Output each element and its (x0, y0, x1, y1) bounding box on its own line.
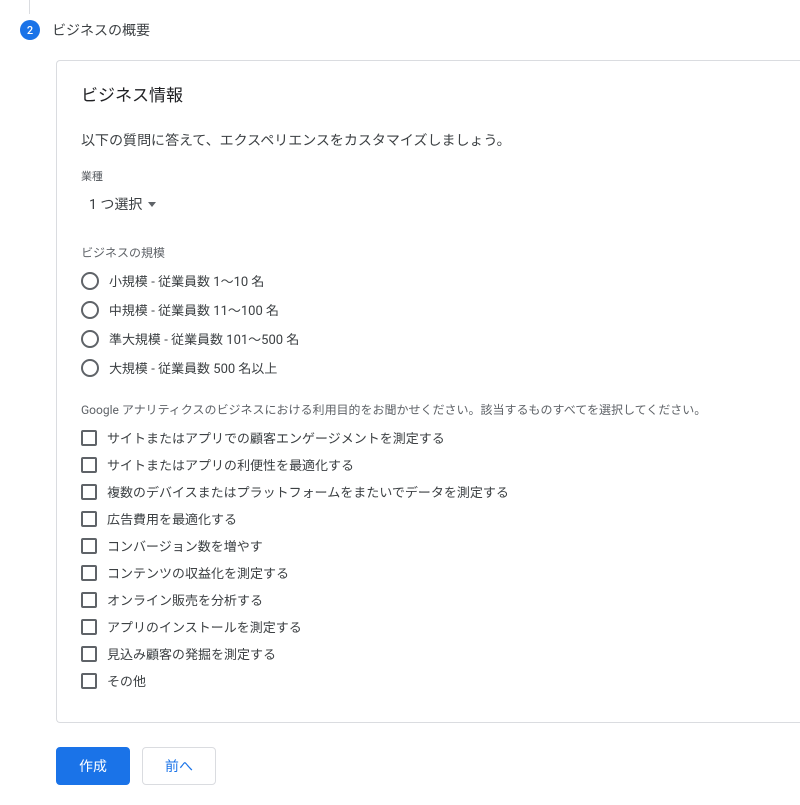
radio-label: 中規模 - 従業員数 11～100 名 (109, 300, 279, 319)
checkbox-label: アプリのインストールを測定する (107, 617, 302, 636)
purpose-option-crossdevice[interactable]: 複数のデバイスまたはプラットフォームをまたいでデータを測定する (81, 482, 776, 501)
card-intro: 以下の質問に答えて、エクスペリエンスをカスタマイズしましょう。 (81, 130, 776, 150)
checkbox-label: 見込み顧客の発掘を測定する (107, 644, 276, 663)
create-button[interactable]: 作成 (56, 747, 130, 785)
step-header: 2 ビジネスの概要 (10, 20, 800, 40)
size-label: ビジネスの規模 (81, 244, 776, 261)
industry-dropdown[interactable]: 1 つ選択 (81, 188, 156, 220)
checkbox-label: コンバージョン数を増やす (107, 536, 263, 555)
card-title: ビジネス情報 (81, 81, 776, 106)
size-option-large[interactable]: 準大規模 - 従業員数 101～500 名 (81, 329, 776, 348)
radio-icon (81, 330, 99, 348)
purpose-option-adspend[interactable]: 広告費用を最適化する (81, 509, 776, 528)
industry-selected: 1 つ選択 (89, 194, 142, 214)
checkbox-icon (81, 538, 97, 554)
checkbox-label: コンテンツの収益化を測定する (107, 563, 289, 582)
purpose-option-other[interactable]: その他 (81, 671, 776, 690)
radio-icon (81, 301, 99, 319)
checkbox-label: オンライン販売を分析する (107, 590, 263, 609)
button-row: 作成 前へ (56, 747, 800, 785)
checkbox-icon (81, 673, 97, 689)
size-option-medium[interactable]: 中規模 - 従業員数 11～100 名 (81, 300, 776, 319)
checkbox-label: 広告費用を最適化する (107, 509, 237, 528)
checkbox-label: サイトまたはアプリの利便性を最適化する (107, 455, 354, 474)
size-option-small[interactable]: 小規模 - 従業員数 1～10 名 (81, 271, 776, 290)
previous-button[interactable]: 前へ (142, 747, 216, 785)
radio-label: 準大規模 - 従業員数 101～500 名 (109, 329, 299, 348)
radio-icon (81, 272, 99, 290)
industry-label: 業種 (81, 168, 776, 184)
size-option-xlarge[interactable]: 大規模 - 従業員数 500 名以上 (81, 358, 776, 377)
purpose-option-conversions[interactable]: コンバージョン数を増やす (81, 536, 776, 555)
purpose-checkbox-group: サイトまたはアプリでの顧客エンゲージメントを測定する サイトまたはアプリの利便性… (81, 428, 776, 690)
checkbox-icon (81, 457, 97, 473)
checkbox-icon (81, 565, 97, 581)
purpose-option-leads[interactable]: 見込み顧客の発掘を測定する (81, 644, 776, 663)
purpose-option-onlinesales[interactable]: オンライン販売を分析する (81, 590, 776, 609)
checkbox-icon (81, 619, 97, 635)
purpose-option-usability[interactable]: サイトまたはアプリの利便性を最適化する (81, 455, 776, 474)
radio-label: 小規模 - 従業員数 1～10 名 (109, 271, 264, 290)
checkbox-icon (81, 511, 97, 527)
checkbox-icon (81, 646, 97, 662)
step-badge: 2 (20, 20, 40, 40)
chevron-down-icon (148, 202, 156, 207)
checkbox-label: サイトまたはアプリでの顧客エンゲージメントを測定する (107, 428, 445, 447)
checkbox-icon (81, 592, 97, 608)
checkbox-icon (81, 430, 97, 446)
business-info-card: ビジネス情報 以下の質問に答えて、エクスペリエンスをカスタマイズしましょう。 業… (56, 60, 800, 723)
checkbox-label: その他 (107, 671, 146, 690)
step-line (29, 0, 30, 14)
purpose-option-appinstalls[interactable]: アプリのインストールを測定する (81, 617, 776, 636)
radio-label: 大規模 - 従業員数 500 名以上 (109, 358, 277, 377)
checkbox-icon (81, 484, 97, 500)
purpose-option-engagement[interactable]: サイトまたはアプリでの顧客エンゲージメントを測定する (81, 428, 776, 447)
radio-icon (81, 359, 99, 377)
purpose-option-monetization[interactable]: コンテンツの収益化を測定する (81, 563, 776, 582)
purpose-label: Google アナリティクスのビジネスにおける利用目的をお聞かせください。該当す… (81, 401, 776, 418)
step-title: ビジネスの概要 (52, 20, 150, 40)
size-radio-group: 小規模 - 従業員数 1～10 名 中規模 - 従業員数 11～100 名 準大… (81, 271, 776, 377)
checkbox-label: 複数のデバイスまたはプラットフォームをまたいでデータを測定する (107, 482, 509, 501)
